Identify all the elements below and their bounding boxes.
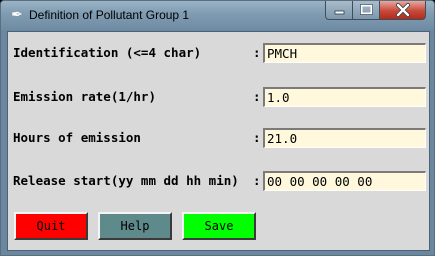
release-start-label: Release start(yy mm dd hh min)	[13, 173, 239, 188]
feather-icon[interactable]: ✒	[9, 7, 25, 24]
hours-of-emission-input[interactable]: 21.0	[263, 128, 426, 148]
close-button[interactable]	[379, 1, 426, 20]
hours-of-emission-label: Hours of emission	[13, 130, 141, 145]
emission-rate-colon: :	[253, 89, 261, 104]
close-icon	[396, 3, 410, 17]
quit-button[interactable]: Quit	[14, 212, 88, 240]
identification-colon: :	[253, 45, 261, 60]
maximize-button[interactable]	[352, 1, 380, 20]
emission-rate-input[interactable]: 1.0	[263, 87, 426, 107]
help-button[interactable]: Help	[98, 212, 172, 240]
minimize-icon	[334, 10, 345, 15]
dialog-window: ✒ Definition of Pollutant Group 1 Identi…	[0, 0, 435, 256]
maximize-icon	[360, 4, 373, 15]
save-button[interactable]: Save	[182, 212, 256, 240]
hours-of-emission-colon: :	[253, 130, 261, 145]
release-start-input[interactable]: 00 00 00 00 00	[263, 171, 426, 191]
form-panel: Identification (<=4 char) : PMCH Emissio…	[7, 31, 430, 251]
minimize-button[interactable]	[325, 1, 353, 20]
window-title: Definition of Pollutant Group 1	[29, 8, 190, 22]
emission-rate-label: Emission rate(1/hr)	[13, 89, 156, 104]
identification-input[interactable]: PMCH	[263, 43, 426, 63]
identification-label: Identification (<=4 char)	[13, 45, 202, 60]
title-bar[interactable]: ✒ Definition of Pollutant Group 1	[1, 1, 434, 30]
release-start-colon: :	[253, 173, 261, 188]
